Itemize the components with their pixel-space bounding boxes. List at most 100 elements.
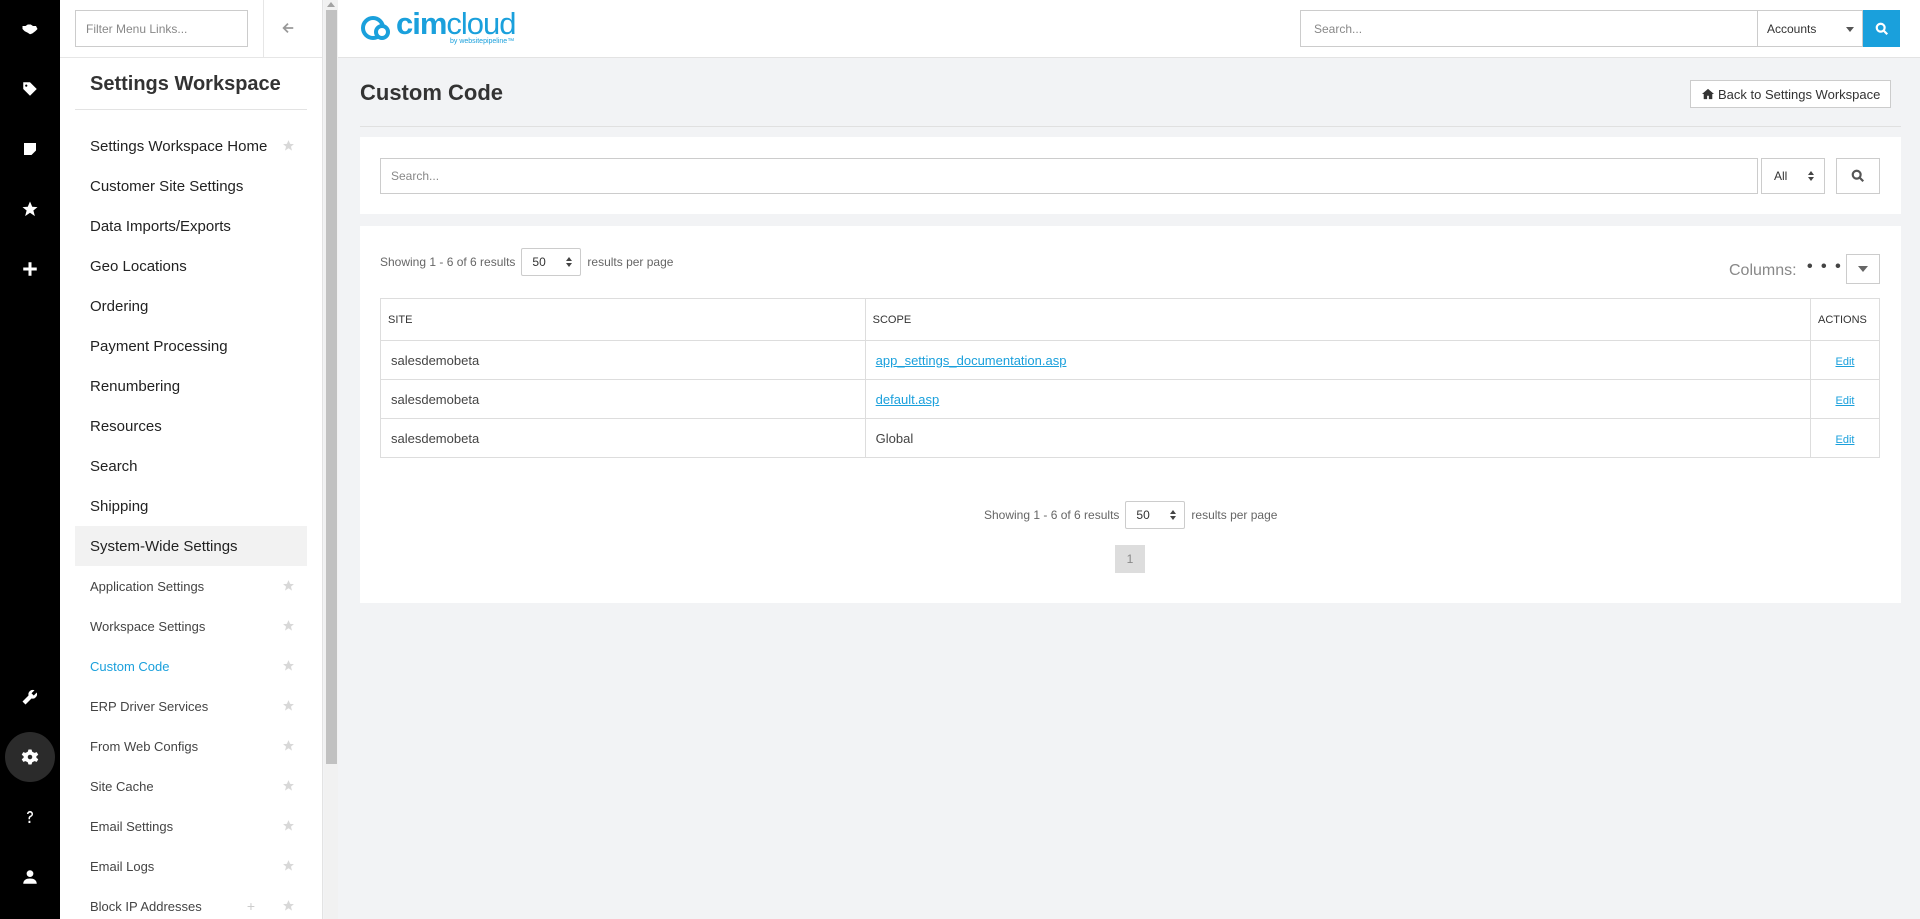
add-plus-icon[interactable]: +: [247, 898, 255, 914]
per-page-value: 50: [1136, 508, 1150, 522]
columns-dropdown-button[interactable]: [1846, 254, 1880, 284]
sidebar-item-label: Resources: [90, 417, 162, 435]
search-icon: [1875, 22, 1888, 35]
edit-link[interactable]: Edit: [1836, 395, 1855, 407]
favorite-star-icon[interactable]: [282, 779, 295, 792]
question-icon[interactable]: [0, 792, 60, 842]
sidebar-item-label: Customer Site Settings: [90, 177, 244, 195]
handshake-icon[interactable]: [0, 4, 60, 54]
plus-icon[interactable]: [0, 244, 60, 294]
favorite-star-icon[interactable]: [282, 659, 295, 672]
edit-link[interactable]: Edit: [1836, 434, 1855, 446]
sidebar-scrollbar-thumb[interactable]: [326, 10, 337, 764]
sidebar-subitem-email-settings[interactable]: Email Settings: [75, 806, 307, 846]
sidebar-item-resources[interactable]: Resources: [75, 406, 307, 446]
sidebar-item-label: Ordering: [90, 297, 149, 315]
sidebar-item-label: From Web Configs: [90, 738, 199, 754]
custom-code-search-input[interactable]: [380, 158, 1758, 194]
filter-menu-input[interactable]: [75, 10, 248, 47]
search-button[interactable]: [1836, 158, 1880, 194]
user-icon[interactable]: [0, 852, 60, 902]
search-scope-select[interactable]: Accounts: [1757, 10, 1863, 47]
sidebar-item-label: Site Cache: [90, 778, 154, 794]
sidebar-subitem-email-logs[interactable]: Email Logs: [75, 846, 307, 886]
search-filter-select[interactable]: All: [1761, 158, 1825, 194]
sidebar-subitem-block-ip-addresses[interactable]: Block IP Addresses +: [75, 886, 307, 919]
per-page-suffix: results per page: [587, 255, 674, 269]
wrench-icon[interactable]: [0, 672, 60, 722]
favorite-star-icon[interactable]: [282, 699, 295, 712]
table-row: salesdemobeta app_settings_documentation…: [380, 340, 1881, 380]
cimcloud-logo[interactable]: cimcloud by websitepipeline™: [360, 8, 517, 50]
sidebar-item-shipping[interactable]: Shipping: [75, 486, 307, 526]
sidebar-subitem-from-web-configs[interactable]: From Web Configs: [75, 726, 307, 766]
divider: [263, 0, 264, 58]
chevron-down-icon: [1846, 27, 1854, 32]
favorite-star-icon[interactable]: [282, 899, 295, 912]
note-icon[interactable]: [0, 124, 60, 174]
sidebar-subitem-site-cache[interactable]: Site Cache: [75, 766, 307, 806]
sidebar-subitem-erp-driver-services[interactable]: ERP Driver Services: [75, 686, 307, 726]
column-header-scope[interactable]: Scope: [864, 298, 1811, 341]
divider: [360, 126, 1901, 127]
page-number-button[interactable]: 1: [1115, 545, 1145, 573]
table-row: salesdemobeta Global Edit: [380, 418, 1881, 458]
collapse-sidebar-button[interactable]: [276, 16, 300, 40]
per-page-select[interactable]: 50: [1125, 501, 1186, 529]
favorite-star-icon[interactable]: [282, 859, 295, 872]
scope-link[interactable]: default.asp: [876, 392, 940, 407]
sidebar-item-label: Geo Locations: [90, 257, 187, 275]
edit-link[interactable]: Edit: [1836, 356, 1855, 368]
sidebar-filter-row: [60, 0, 322, 58]
search-filter-value: All: [1774, 169, 1788, 183]
tag-icon[interactable]: [0, 64, 60, 114]
logo-text: cimcloud: [396, 8, 517, 39]
sidebar-item-payment-processing[interactable]: Payment Processing: [75, 326, 307, 366]
sidebar-item-label: ERP Driver Services: [90, 698, 209, 714]
column-header-site[interactable]: Site: [380, 298, 866, 341]
favorite-star-icon[interactable]: [282, 579, 295, 592]
star-icon[interactable]: [0, 184, 60, 234]
icon-rail: [0, 0, 60, 919]
scope-link[interactable]: app_settings_documentation.asp: [876, 353, 1067, 368]
favorite-star-icon[interactable]: [282, 139, 295, 152]
results-count-text: Showing 1 - 6 of 6 results: [380, 255, 516, 269]
sidebar-item-geo-locations[interactable]: Geo Locations: [75, 246, 307, 286]
site-cell: salesdemobeta: [380, 418, 866, 458]
sidebar-item-search[interactable]: Search: [75, 446, 307, 486]
sidebar-item-renumbering[interactable]: Renumbering: [75, 366, 307, 406]
divider: [75, 109, 307, 110]
scroll-up-arrow-icon[interactable]: [327, 2, 335, 7]
per-page-value: 50: [532, 255, 546, 269]
sidebar-subitem-workspace-settings[interactable]: Workspace Settings: [75, 606, 307, 646]
columns-more-icon[interactable]: • • •: [1807, 258, 1843, 276]
page-title: Custom Code: [360, 80, 503, 105]
sidebar-item-label: Email Settings: [90, 818, 174, 834]
sidebar-item-label: Data Imports/Exports: [90, 217, 231, 235]
back-to-settings-workspace-button[interactable]: Back to Settings Workspace: [1690, 80, 1892, 108]
global-search-input[interactable]: [1300, 10, 1758, 47]
sidebar-item-data-imports-exports[interactable]: Data Imports/Exports: [75, 206, 307, 246]
sidebar-item-label: Custom Code: [90, 658, 170, 674]
sidebar-item-customer-site-settings[interactable]: Customer Site Settings: [75, 166, 307, 206]
per-page-select[interactable]: 50: [521, 248, 582, 276]
favorite-star-icon[interactable]: [282, 739, 295, 752]
global-search-button[interactable]: [1863, 10, 1900, 47]
sidebar-item-settings-workspace-home[interactable]: Settings Workspace Home: [75, 126, 307, 166]
logo-text-light: cloud: [446, 6, 516, 41]
select-arrows-icon: [1170, 510, 1177, 520]
table-header-row: Site Scope Actions: [380, 298, 1881, 341]
sidebar-subitem-application-settings[interactable]: Application Settings: [75, 566, 307, 606]
sidebar-subitem-custom-code[interactable]: Custom Code: [75, 646, 307, 686]
sidebar-item-ordering[interactable]: Ordering: [75, 286, 307, 326]
sidebar-item-system-wide-settings[interactable]: System-Wide Settings: [75, 526, 307, 566]
logo-text-bold: cim: [396, 6, 447, 41]
site-cell: salesdemobeta: [380, 340, 866, 380]
scope-cell: app_settings_documentation.asp: [864, 340, 1811, 380]
favorite-star-icon[interactable]: [282, 819, 295, 832]
search-scope-value: Accounts: [1767, 21, 1817, 36]
gear-icon[interactable]: [0, 732, 60, 782]
results-count-text: Showing 1 - 6 of 6 results: [984, 508, 1120, 522]
sidebar-item-label: Shipping: [90, 497, 149, 515]
favorite-star-icon[interactable]: [282, 619, 295, 632]
